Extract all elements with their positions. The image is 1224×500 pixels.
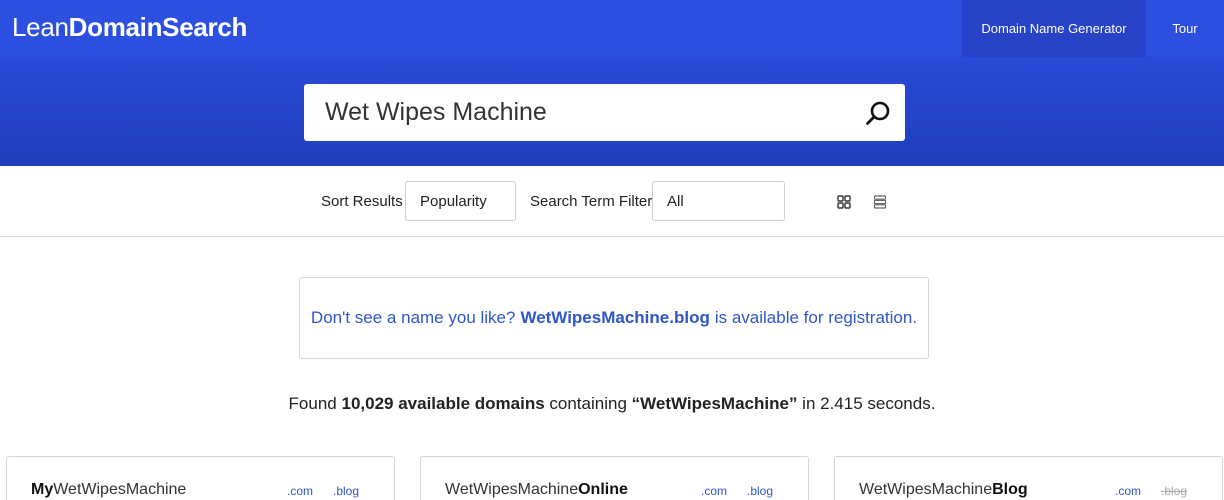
tld-com-link[interactable]: .com: [701, 484, 727, 498]
sort-results-label: Sort Results: [321, 193, 403, 210]
availability-notice: Don't see a name you like? WetWipesMachi…: [299, 277, 929, 359]
domain-card[interactable]: WetWipesMachineBlog .com .blog: [834, 456, 1223, 500]
tld-com-link[interactable]: .com: [287, 484, 313, 498]
nav-tour[interactable]: Tour: [1146, 0, 1224, 57]
domain-name: WetWipesMachineOnline: [445, 481, 628, 498]
grid-view-icon[interactable]: [837, 195, 851, 209]
domain-name: WetWipesMachineBlog: [859, 481, 1028, 498]
search-box: [304, 84, 905, 141]
tld-blog-link[interactable]: .blog: [333, 484, 359, 498]
search-icon[interactable]: [865, 100, 891, 126]
notice-suffix: is available for registration.: [714, 308, 918, 327]
site-logo[interactable]: LeanDomainSearch: [12, 12, 247, 43]
search-band: [0, 57, 1224, 166]
search-term-filter-select[interactable]: All: [652, 181, 785, 221]
tld-com-link[interactable]: .com: [1115, 484, 1141, 498]
filter-bar: Sort Results Popularity Search Term Filt…: [0, 166, 1224, 237]
search-input[interactable]: [304, 84, 844, 141]
domain-card[interactable]: MyWetWipesMachine .com .blog: [6, 456, 395, 500]
results-summary: Found 10,029 available domains containin…: [288, 394, 936, 413]
domain-card[interactable]: WetWipesMachineOnline .com .blog: [420, 456, 809, 500]
nav-domain-name-generator[interactable]: Domain Name Generator: [962, 0, 1146, 57]
sort-results-select[interactable]: Popularity: [405, 181, 516, 221]
notice-prefix: Don't see a name you like?: [310, 308, 516, 327]
notice-domain-link[interactable]: WetWipesMachine.blog: [520, 308, 709, 328]
domain-name: MyWetWipesMachine: [31, 481, 187, 498]
tld-blog-link-taken: .blog: [1161, 484, 1188, 498]
tld-blog-link[interactable]: .blog: [747, 484, 773, 498]
top-navbar: LeanDomainSearch Domain Name Generator T…: [0, 0, 1224, 57]
list-view-icon[interactable]: [873, 195, 887, 209]
search-term-filter-label: Search Term Filter: [530, 193, 653, 210]
